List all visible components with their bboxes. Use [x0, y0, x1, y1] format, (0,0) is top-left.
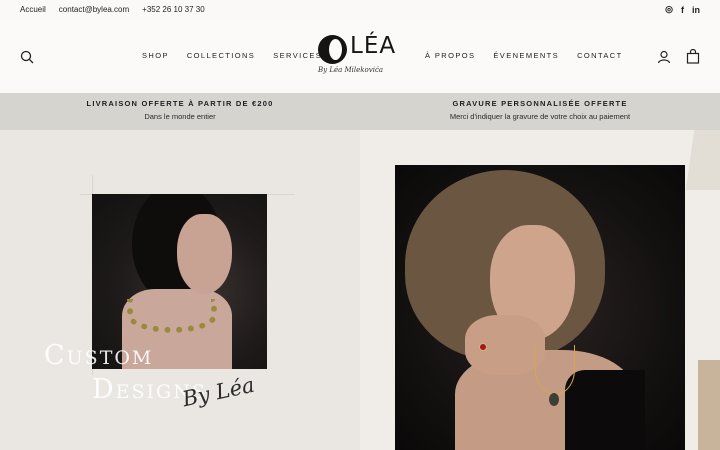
- nav-collections[interactable]: COLLECTIONS: [187, 51, 255, 60]
- nav-a-propos[interactable]: À PROPOS: [425, 51, 475, 60]
- photo-hand: [465, 315, 545, 375]
- paper-edge: [698, 360, 720, 450]
- logo-signature: By Léa Milekovića: [318, 66, 384, 74]
- search-icon[interactable]: [20, 50, 34, 64]
- email-link[interactable]: contact@bylea.com: [59, 5, 129, 14]
- utility-links: Accueil contact@bylea.com +352 26 10 37 …: [20, 5, 205, 14]
- cart-icon[interactable]: [686, 49, 700, 64]
- phone-link[interactable]: +352 26 10 37 30: [142, 5, 205, 14]
- photo-chain: [535, 345, 575, 395]
- facebook-icon[interactable]: f: [681, 5, 684, 15]
- main-nav-right: À PROPOS ÉVENEMENTS CONTACT: [425, 51, 623, 60]
- promo-shipping-subtitle: Dans le monde entier: [144, 112, 216, 121]
- promo-engraving-title: GRAVURE PERSONNALISÉE OFFERTE: [452, 99, 628, 108]
- photo-pearl: [549, 393, 559, 406]
- main-nav-left: SHOP COLLECTIONS SERVICES: [142, 51, 322, 60]
- logo-mark-icon: [318, 35, 347, 64]
- hero-title-line1: Custom: [44, 340, 154, 371]
- site-logo[interactable]: LÉA By Léa Milekovića: [318, 32, 408, 80]
- promo-shipping-title: LIVRAISON OFFERTE À PARTIR DE €200: [86, 99, 274, 108]
- promo-engraving: GRAVURE PERSONNALISÉE OFFERTE Merci d'in…: [360, 93, 720, 130]
- nav-contact[interactable]: CONTACT: [577, 51, 623, 60]
- social-links: ◎ f in: [665, 4, 700, 15]
- linkedin-icon[interactable]: in: [692, 5, 700, 15]
- instagram-icon[interactable]: ◎: [665, 4, 673, 15]
- home-link[interactable]: Accueil: [20, 5, 46, 14]
- photo-face: [177, 214, 232, 294]
- photo-ring: [479, 343, 487, 351]
- top-utility-bar: Accueil contact@bylea.com +352 26 10 37 …: [0, 0, 720, 19]
- promo-bar: LIVRAISON OFFERTE À PARTIR DE €200 Dans …: [0, 93, 720, 130]
- promo-engraving-subtitle: Merci d'indiquer la gravure de votre cho…: [449, 112, 631, 121]
- hero-photo-pendant[interactable]: [395, 165, 685, 450]
- paper-texture: [685, 130, 720, 190]
- site-header: SHOP COLLECTIONS SERVICES LÉA By Léa Mil…: [0, 19, 720, 93]
- nav-shop[interactable]: SHOP: [142, 51, 169, 60]
- account-icon[interactable]: [657, 50, 671, 64]
- photo-dress: [565, 370, 645, 450]
- nav-services[interactable]: SERVICES: [273, 51, 322, 60]
- promo-shipping: LIVRAISON OFFERTE À PARTIR DE €200 Dans …: [0, 93, 360, 130]
- photo-necklace: [127, 299, 217, 333]
- logo-text: LÉA: [350, 33, 397, 59]
- nav-evenements[interactable]: ÉVENEMENTS: [493, 51, 559, 60]
